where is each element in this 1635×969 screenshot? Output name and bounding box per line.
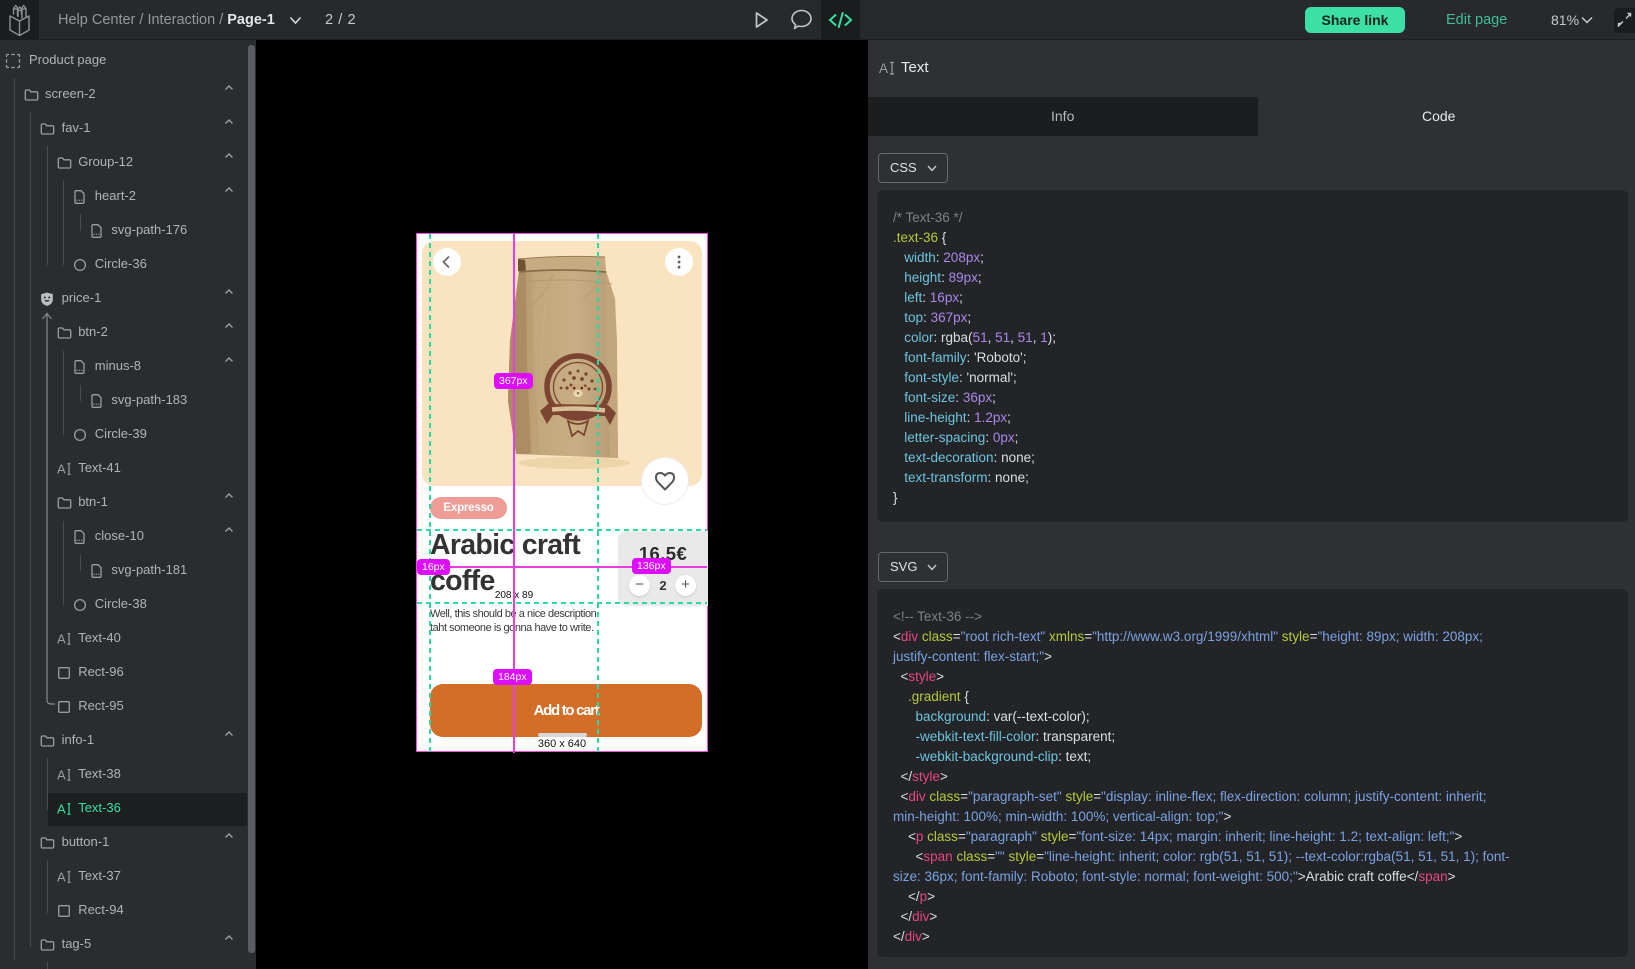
- svg-text:A: A: [57, 802, 66, 817]
- svg-text:A: A: [57, 462, 66, 477]
- svg-text:A: A: [57, 870, 66, 885]
- svg-text:A: A: [57, 632, 66, 647]
- svg-text:A: A: [57, 768, 66, 783]
- svg-text:A: A: [879, 61, 888, 76]
